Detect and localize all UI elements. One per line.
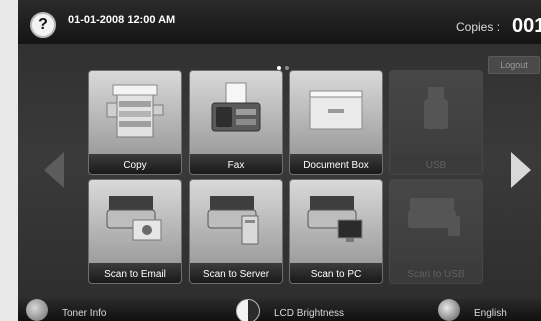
scan-to-server-tile[interactable]: Scan to Server (189, 179, 283, 284)
document-box-tile[interactable]: Document Box (289, 70, 383, 175)
brightness-icon[interactable] (236, 299, 260, 321)
scan-server-icon (207, 196, 259, 245)
usb-tile: USB (389, 70, 483, 175)
scan-to-usb-tile: Scan to USB (389, 179, 483, 284)
globe-icon[interactable] (438, 299, 460, 321)
lcd-brightness-label[interactable]: LCD Brightness (274, 308, 344, 319)
scan-usb-icon (408, 198, 460, 236)
logout-button[interactable]: Logout (488, 56, 540, 74)
toner-info-icon[interactable] (26, 299, 48, 321)
copier-icon (106, 84, 164, 138)
previous-page-arrow[interactable] (44, 152, 64, 188)
toner-info-label[interactable]: Toner Info (62, 308, 106, 319)
language-label[interactable]: English (474, 308, 507, 319)
scan-to-pc-tile[interactable]: Scan to PC (289, 179, 383, 284)
copies-label: Copies : (456, 20, 501, 34)
fax-label: Fax (227, 160, 245, 171)
scan-pc-icon (307, 196, 363, 242)
status-bar: ? 01-01-2008 12:00 AM Copies : 001 (18, 0, 541, 44)
document-box-label: Document Box (303, 160, 369, 171)
datetime-display: 01-01-2008 12:00 AM (68, 14, 176, 26)
copies-count[interactable]: 001 (512, 15, 541, 38)
copy-label: Copy (123, 160, 147, 171)
page-dot-inactive (285, 66, 289, 70)
scan-to-server-label: Scan to Server (202, 269, 270, 280)
document-box-icon (309, 90, 363, 130)
scan-to-pc-label: Scan to PC (310, 269, 362, 280)
next-page-arrow[interactable] (511, 152, 531, 188)
scan-to-email-tile[interactable]: Scan to Email (88, 179, 182, 284)
scan-to-email-label: Scan to Email (104, 269, 166, 280)
device-screen: ? 01-01-2008 12:00 AM Copies : 001 Logou… (18, 0, 541, 321)
fax-tile[interactable]: Fax (189, 70, 283, 175)
bottom-bar: Toner Info LCD Brightness English (18, 299, 541, 321)
scan-email-icon (106, 196, 162, 241)
help-button[interactable]: ? (30, 12, 56, 38)
fax-icon (211, 82, 261, 132)
usb-icon (424, 87, 448, 129)
copy-tile[interactable]: Copy (88, 70, 182, 175)
scan-to-usb-label: Scan to USB (407, 269, 465, 280)
usb-label: USB (425, 160, 447, 171)
